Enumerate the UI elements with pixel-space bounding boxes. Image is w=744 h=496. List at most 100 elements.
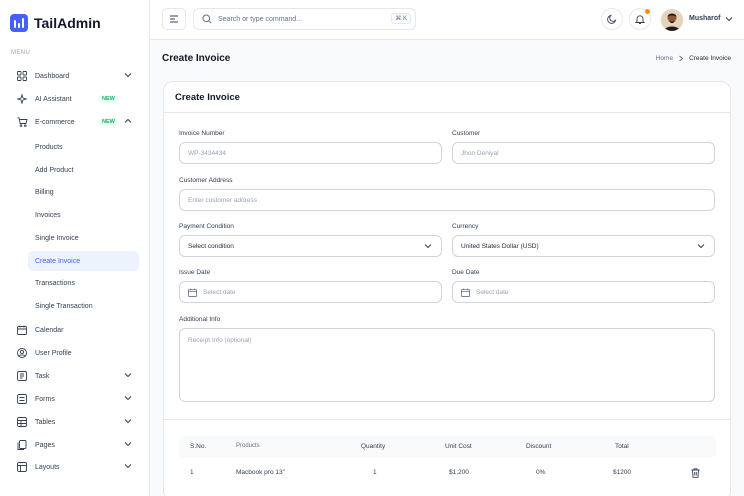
customer-label: Customer: [452, 130, 481, 137]
customer-field[interactable]: Jhon Deniyal: [452, 142, 715, 164]
payment-condition-value: Select condition: [188, 242, 234, 250]
user-circle-icon: [16, 347, 28, 359]
forms-icon: [16, 393, 28, 405]
table-header: S.No. Products Quantity Unit Cost Discou…: [179, 436, 716, 458]
table-icon: [16, 416, 28, 428]
chevron-down-icon: [697, 244, 705, 249]
sidebar-item-label: Pages: [35, 441, 55, 449]
sidebar-item-user-profile[interactable]: User Profile: [12, 343, 140, 363]
notifications-button[interactable]: [629, 8, 651, 30]
task-icon: [16, 370, 28, 382]
sidebar-subitem-single-transaction[interactable]: Single Transaction: [28, 296, 139, 316]
breadcrumb-home-link[interactable]: Home: [656, 55, 673, 62]
currency-value: United States Dollar (USD): [461, 242, 539, 250]
sidebar-item-label: Task: [35, 372, 50, 380]
sidebar-item-label: Dashboard: [35, 72, 70, 80]
sidebar-item-label: Layouts: [35, 463, 60, 471]
cell-sno: 1: [190, 469, 194, 476]
sidebar-item-task[interactable]: Task: [12, 366, 140, 386]
currency-select[interactable]: United States Dollar (USD): [452, 235, 715, 257]
notification-dot: [645, 9, 650, 14]
user-name[interactable]: Musharof: [689, 15, 721, 22]
bell-icon: [635, 14, 645, 24]
chevron-down-icon: [124, 396, 132, 401]
sidebar-item-forms[interactable]: Forms: [12, 389, 140, 409]
menu-icon: [170, 15, 178, 23]
search-icon: [202, 14, 212, 24]
invoice-number-placeholder: WP-3434434: [188, 149, 226, 157]
cart-icon: [16, 116, 28, 128]
search-shortcut: ⌘ K: [391, 13, 411, 24]
new-badge: NEW: [98, 118, 119, 126]
customer-address-placeholder: Enter customer address: [188, 196, 258, 204]
issue-date-field[interactable]: Select date: [179, 281, 442, 303]
sidebar-toggle-button[interactable]: [162, 8, 186, 30]
sidebar-item-tables[interactable]: Tables: [12, 412, 140, 432]
chevron-down-icon: [124, 442, 132, 447]
sidebar-item-ai-assistant[interactable]: AI Assistant NEW: [12, 89, 140, 109]
chevron-down-icon: [124, 73, 132, 78]
sidebar-item-label: Forms: [35, 395, 55, 403]
column-header-discount: Discount: [526, 443, 552, 450]
calendar-icon: [461, 287, 470, 297]
customer-address-field[interactable]: Enter customer address: [179, 189, 715, 211]
sidebar-item-pages[interactable]: Pages: [12, 435, 140, 455]
chevron-down-icon: [124, 373, 132, 378]
due-date-label: Due Date: [452, 269, 480, 276]
sidebar-subitem-billing[interactable]: Billing: [28, 182, 139, 202]
sidebar-item-ecommerce[interactable]: E-commerce NEW: [12, 112, 140, 132]
due-date-placeholder: Select date: [476, 288, 509, 296]
avatar[interactable]: [661, 9, 683, 31]
sidebar-subitem-invoices[interactable]: Invoices: [28, 205, 139, 225]
chevron-down-icon: [124, 464, 132, 469]
sidebar-item-label: AI Assistant: [35, 95, 72, 103]
chevron-right-icon: [679, 55, 684, 62]
sidebar-subitem-single-invoice[interactable]: Single Invoice: [28, 228, 139, 248]
due-date-field[interactable]: Select date: [452, 281, 715, 303]
currency-label: Currency: [452, 223, 479, 230]
chevron-down-icon: [424, 244, 432, 249]
sidebar-subitem-products[interactable]: Products: [28, 137, 139, 157]
chevron-down-icon[interactable]: [725, 16, 733, 22]
moon-icon: [607, 14, 617, 24]
table-row: 1 Macbook pro 13" 1 $1,200 0% $1200: [179, 462, 716, 484]
breadcrumb-current: Create Invoice: [689, 55, 731, 62]
sidebar-subitem-add-product[interactable]: Add Product: [28, 160, 139, 180]
logo[interactable]: TailAdmin: [10, 14, 101, 32]
menu-label: MENU: [11, 50, 31, 56]
pages-icon: [16, 439, 28, 451]
brand-name: TailAdmin: [34, 15, 101, 31]
sidebar-subitem-create-invoice[interactable]: Create Invoice: [28, 251, 139, 271]
invoice-form-card: Create Invoice Invoice Number WP-3434434…: [163, 81, 731, 496]
top-header: Search or type command... ⌘ K Musharof: [150, 0, 744, 40]
sidebar-item-layouts[interactable]: Layouts: [12, 457, 140, 477]
dark-mode-toggle[interactable]: [601, 8, 623, 30]
sidebar-subitem-transactions[interactable]: Transactions: [28, 273, 139, 293]
sidebar-item-dashboard[interactable]: Dashboard: [12, 66, 140, 86]
additional-info-placeholder: Receipt Info (optional): [188, 337, 252, 344]
cell-product: Macbook pro 13": [236, 469, 285, 476]
column-header-products: Products: [236, 443, 260, 449]
layout-icon: [16, 461, 28, 473]
payment-condition-select[interactable]: Select condition: [179, 235, 442, 257]
additional-info-textarea[interactable]: Receipt Info (optional): [179, 328, 715, 402]
search-input[interactable]: Search or type command... ⌘ K: [193, 8, 416, 30]
calendar-icon: [188, 287, 197, 297]
calendar-icon: [16, 324, 28, 336]
sparkle-icon: [16, 93, 28, 105]
column-header-sno: S.No.: [190, 443, 207, 450]
trash-icon[interactable]: [691, 468, 700, 478]
cell-total: $1200: [613, 469, 632, 476]
cell-unit-cost: $1,200: [449, 469, 469, 476]
chevron-down-icon: [124, 419, 132, 424]
payment-condition-label: Payment Condition: [179, 223, 234, 230]
chevron-up-icon: [124, 118, 132, 123]
sidebar-item-label: E-commerce: [35, 118, 75, 126]
cell-discount: 0%: [536, 469, 546, 476]
invoice-number-field[interactable]: WP-3434434: [179, 142, 442, 164]
sidebar-item-calendar[interactable]: Calendar: [12, 320, 140, 340]
grid-icon: [16, 70, 28, 82]
cell-quantity: 1: [373, 469, 377, 476]
customer-placeholder: Jhon Deniyal: [461, 149, 499, 157]
customer-address-label: Customer Address: [179, 177, 233, 184]
